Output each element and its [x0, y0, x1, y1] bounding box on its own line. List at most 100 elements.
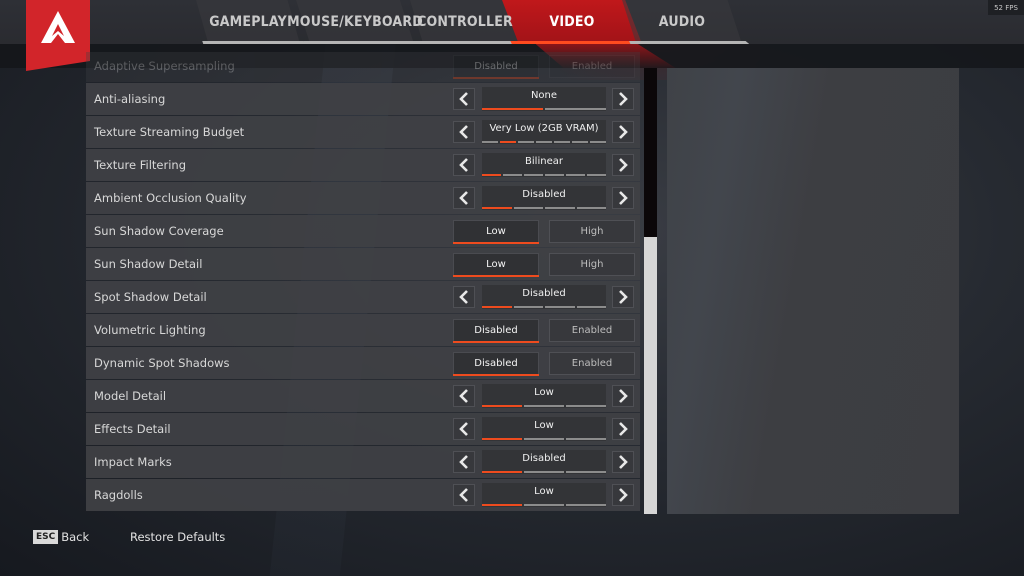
option-cycler[interactable]: Disabled	[482, 186, 606, 210]
tab-gameplay[interactable]: GAMEPLAY	[196, 0, 307, 44]
toggle-option[interactable]: Enabled	[549, 352, 635, 375]
previous-option-button[interactable]	[453, 121, 475, 143]
apex-logo-icon	[41, 11, 75, 43]
next-option-button[interactable]	[612, 121, 634, 143]
setting-row: Sun Shadow Detail Low High	[86, 248, 640, 280]
step-tick	[513, 306, 543, 308]
previous-option-button[interactable]	[453, 187, 475, 209]
restore-defaults-button[interactable]: Restore Defaults	[130, 530, 225, 544]
setting-label: Sun Shadow Coverage	[94, 224, 224, 238]
setting-row: Adaptive Supersampling Disabled Enabled	[86, 52, 640, 82]
step-tick	[576, 306, 606, 308]
next-option-button[interactable]	[612, 187, 634, 209]
step-tick	[500, 141, 516, 143]
option-step-indicator	[482, 504, 606, 506]
toggle-option[interactable]: Disabled	[453, 352, 539, 376]
toggle-option[interactable]: Disabled	[453, 55, 539, 79]
option-value: Disabled	[522, 288, 566, 299]
setting-row: Texture Streaming Budget Very Low (2GB V…	[86, 116, 640, 148]
previous-option-button[interactable]	[453, 154, 475, 176]
toggle-option[interactable]: Enabled	[549, 319, 635, 342]
step-tick	[518, 141, 534, 143]
setting-row: Sun Shadow Coverage Low High	[86, 215, 640, 247]
setting-label: Sun Shadow Detail	[94, 257, 203, 271]
setting-label: Ragdolls	[94, 488, 143, 502]
step-tick	[545, 108, 606, 110]
scrollbar-thumb[interactable]	[644, 237, 657, 514]
chevron-left-icon	[459, 290, 469, 304]
previous-option-button[interactable]	[453, 451, 475, 473]
chevron-left-icon	[459, 455, 469, 469]
setting-row: Ragdolls Low	[86, 479, 640, 511]
next-option-button[interactable]	[612, 418, 634, 440]
back-button[interactable]: ESC Back	[33, 530, 89, 544]
option-value: Disabled	[522, 453, 566, 464]
previous-option-button[interactable]	[453, 88, 475, 110]
setting-row: Dynamic Spot Shadows Disabled Enabled	[86, 347, 640, 379]
setting-row: Anti-aliasing None	[86, 83, 640, 115]
option-value: None	[530, 90, 558, 101]
setting-label: Spot Shadow Detail	[94, 290, 207, 304]
next-option-button[interactable]	[612, 484, 634, 506]
option-cycler[interactable]: Low	[482, 417, 606, 441]
step-tick	[566, 438, 606, 440]
previous-option-button[interactable]	[453, 385, 475, 407]
step-tick	[524, 438, 564, 440]
fps-counter: 52 FPS	[988, 0, 1024, 15]
option-step-indicator	[482, 438, 606, 440]
option-value: Disabled	[522, 189, 566, 200]
setting-label: Texture Filtering	[94, 158, 187, 172]
toggle-option[interactable]: Disabled	[453, 319, 539, 343]
option-cycler[interactable]: Bilinear	[482, 153, 606, 177]
setting-label: Model Detail	[94, 389, 167, 403]
option-value: Bilinear	[525, 156, 563, 167]
step-tick	[545, 306, 575, 308]
tab-mouse-keyboard[interactable]: MOUSE/KEYBOARD	[287, 0, 423, 44]
toggle-option[interactable]: Enabled	[549, 55, 635, 78]
setting-row: Texture Filtering Bilinear	[86, 149, 640, 181]
toggle-option[interactable]: High	[549, 220, 635, 243]
option-step-indicator	[482, 306, 606, 308]
tab-audio[interactable]: AUDIO	[622, 0, 750, 44]
step-tick	[536, 141, 552, 143]
toggle-option[interactable]: Low	[453, 220, 539, 244]
option-cycler[interactable]: Very Low (2GB VRAM)	[482, 120, 606, 144]
toggle-option[interactable]: High	[549, 253, 635, 276]
option-cycler[interactable]: Low	[482, 384, 606, 408]
previous-option-button[interactable]	[453, 484, 475, 506]
step-tick	[566, 174, 585, 176]
option-cycler[interactable]: Disabled	[482, 285, 606, 309]
chevron-left-icon	[459, 125, 469, 139]
previous-option-button[interactable]	[453, 286, 475, 308]
step-tick	[545, 207, 575, 209]
previous-option-button[interactable]	[453, 418, 475, 440]
chevron-left-icon	[459, 488, 469, 502]
option-cycler[interactable]: Disabled	[482, 450, 606, 474]
setting-row: Ambient Occlusion Quality Disabled	[86, 182, 640, 214]
tab-label: CONTROLLER	[417, 14, 513, 30]
step-tick	[566, 405, 606, 407]
settings-list: Adaptive Supersampling Disabled Enabled Ant…	[86, 52, 640, 514]
chevron-left-icon	[459, 158, 469, 172]
option-cycler[interactable]: None	[482, 87, 606, 111]
next-option-button[interactable]	[612, 154, 634, 176]
chevron-right-icon	[618, 488, 628, 502]
setting-label: Adaptive Supersampling	[94, 59, 235, 73]
option-step-indicator	[482, 141, 606, 143]
option-cycler[interactable]: Low	[482, 483, 606, 507]
next-option-button[interactable]	[612, 88, 634, 110]
toggle-option[interactable]: Low	[453, 253, 539, 277]
tab-underline	[629, 41, 750, 44]
next-option-button[interactable]	[612, 286, 634, 308]
chevron-right-icon	[618, 455, 628, 469]
next-option-button[interactable]	[612, 451, 634, 473]
step-tick	[524, 504, 564, 506]
back-label: Back	[61, 530, 90, 544]
option-step-indicator	[482, 207, 606, 209]
chevron-left-icon	[459, 92, 469, 106]
step-tick	[503, 174, 522, 176]
tab-label: GAMEPLAY	[209, 14, 287, 30]
tab-video[interactable]: VIDEO	[502, 0, 676, 68]
setting-label: Texture Streaming Budget	[94, 125, 245, 139]
next-option-button[interactable]	[612, 385, 634, 407]
